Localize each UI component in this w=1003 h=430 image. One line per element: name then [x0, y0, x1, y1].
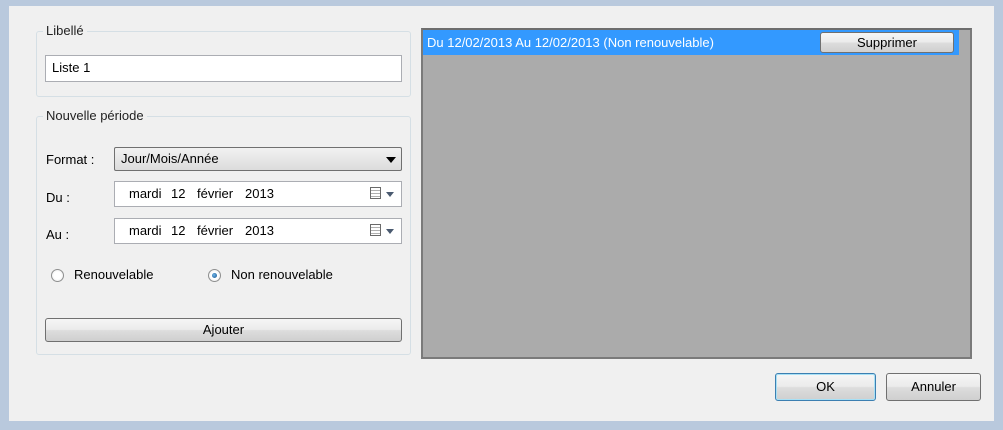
- radio-non-renouvelable-label[interactable]: Non renouvelable: [231, 267, 333, 282]
- supprimer-button[interactable]: Supprimer: [820, 32, 954, 53]
- nouvelle-periode-legend: Nouvelle période: [43, 108, 147, 123]
- au-month[interactable]: février: [197, 223, 233, 238]
- period-text: Du 12/02/2013 Au 12/02/2013 (Non renouve…: [427, 35, 714, 50]
- chevron-down-icon: [386, 157, 396, 163]
- du-label: Du :: [46, 190, 70, 205]
- du-weekday[interactable]: mardi: [129, 186, 162, 201]
- calendar-icon[interactable]: [370, 224, 381, 236]
- au-label: Au :: [46, 227, 70, 242]
- au-day[interactable]: 12: [171, 223, 185, 238]
- radio-non-renouvelable[interactable]: [208, 269, 221, 282]
- format-select[interactable]: Jour/Mois/Année: [114, 147, 402, 171]
- annuler-button[interactable]: Annuler: [886, 373, 981, 401]
- du-year[interactable]: 2013: [245, 186, 274, 201]
- au-weekday[interactable]: mardi: [129, 223, 162, 238]
- du-day[interactable]: 12: [171, 186, 185, 201]
- au-date-picker[interactable]: mardi 12 février 2013: [114, 218, 402, 244]
- dialog-client-area: Libellé Liste 1 Nouvelle période Format …: [9, 6, 994, 421]
- periods-list[interactable]: Du 12/02/2013 Au 12/02/2013 (Non renouve…: [421, 28, 972, 359]
- radio-renouvelable[interactable]: [51, 269, 64, 282]
- du-date-picker[interactable]: mardi 12 février 2013: [114, 181, 402, 207]
- au-year[interactable]: 2013: [245, 223, 274, 238]
- ajouter-button[interactable]: Ajouter: [45, 318, 402, 342]
- chevron-down-icon[interactable]: [386, 229, 394, 234]
- format-label: Format :: [46, 152, 95, 167]
- libelle-input[interactable]: Liste 1: [45, 55, 402, 82]
- calendar-icon[interactable]: [370, 187, 381, 199]
- radio-renouvelable-label[interactable]: Renouvelable: [74, 267, 154, 282]
- ok-button[interactable]: OK: [775, 373, 876, 401]
- list-item[interactable]: Du 12/02/2013 Au 12/02/2013 (Non renouve…: [423, 30, 959, 55]
- nouvelle-periode-group: Nouvelle période Format : Jour/Mois/Anné…: [36, 108, 411, 355]
- du-month[interactable]: février: [197, 186, 233, 201]
- format-select-value: Jour/Mois/Année: [121, 151, 219, 166]
- libelle-group: Libellé Liste 1: [36, 23, 411, 97]
- libelle-legend: Libellé: [43, 23, 87, 38]
- chevron-down-icon[interactable]: [386, 192, 394, 197]
